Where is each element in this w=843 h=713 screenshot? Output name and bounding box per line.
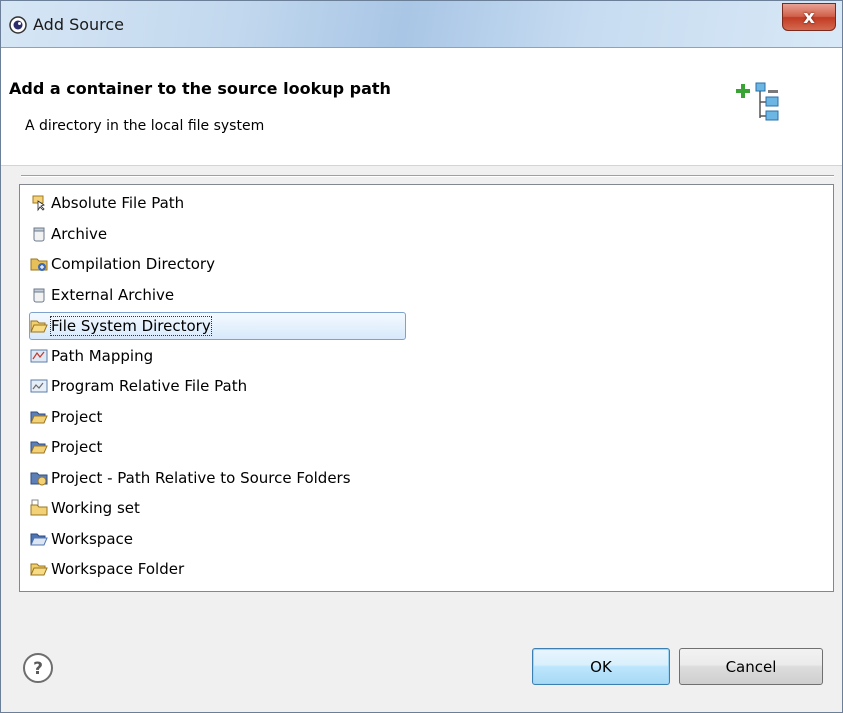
- list-item-label: Program Relative File Path: [51, 377, 248, 395]
- list-item-label: File System Directory: [50, 316, 212, 336]
- list-item-label: Workspace Folder: [51, 560, 185, 578]
- archive-jar-icon: [30, 286, 48, 304]
- page-description: A directory in the local file system: [25, 118, 265, 134]
- list-item-label: Workspace: [51, 529, 133, 548]
- eclipse-app-icon: [9, 16, 27, 34]
- absolute-path-icon: [30, 194, 48, 212]
- page-title: Add a container to the source lookup pat…: [9, 79, 391, 98]
- list-item[interactable]: Workspace: [30, 527, 133, 551]
- open-folder-icon: [30, 317, 48, 335]
- program-relative-icon: [30, 377, 48, 395]
- working-set-icon: [30, 499, 48, 517]
- list-item[interactable]: Compilation Directory: [30, 252, 215, 276]
- compilation-folder-icon: [30, 255, 48, 273]
- open-folder-icon: [30, 560, 48, 578]
- list-item[interactable]: Path Mapping: [30, 344, 153, 368]
- list-item[interactable]: Project - Path Relative to Source Folder…: [30, 466, 351, 490]
- list-item-label: Compilation Directory: [51, 255, 215, 273]
- source-type-list[interactable]: Absolute File Path Archive Compilation Dir…: [19, 184, 834, 592]
- list-item[interactable]: File System Directory: [29, 312, 406, 340]
- list-item[interactable]: Project: [30, 435, 102, 459]
- list-item[interactable]: Working set: [30, 496, 140, 520]
- list-item-label: Project: [51, 438, 103, 456]
- path-mapping-icon: [30, 347, 48, 365]
- list-item-label: Absolute File Path: [51, 194, 185, 212]
- list-item-label: External Archive: [51, 285, 175, 304]
- svg-text:?: ?: [33, 659, 43, 679]
- help-icon[interactable]: ?: [22, 652, 54, 684]
- title-bar[interactable]: Add Source x: [1, 1, 842, 48]
- divider: [21, 175, 834, 177]
- add-source-dialog: Add Source x Add a container to the sour…: [0, 0, 843, 713]
- list-item[interactable]: Program Relative File Path: [30, 374, 247, 398]
- project-folder-icon: [30, 408, 48, 426]
- list-item[interactable]: External Archive: [30, 283, 174, 307]
- list-item[interactable]: Absolute File Path: [30, 191, 184, 215]
- list-item[interactable]: Project: [30, 405, 102, 429]
- close-icon: x: [803, 6, 815, 28]
- window-title: Add Source: [33, 15, 125, 34]
- cancel-button[interactable]: Cancel: [679, 648, 823, 685]
- list-item[interactable]: Archive: [30, 222, 107, 246]
- list-item-label: Project - Path Relative to Source Folder…: [51, 468, 351, 487]
- list-item-label: Working set: [51, 499, 140, 517]
- archive-jar-icon: [30, 225, 48, 243]
- dialog-header: Add a container to the source lookup pat…: [1, 48, 842, 166]
- add-container-icon: [736, 82, 779, 121]
- workspace-folder-icon: [30, 530, 48, 548]
- list-item[interactable]: Workspace Folder: [30, 557, 184, 581]
- project-folder-icon: [30, 438, 48, 456]
- project-relative-folder-icon: [30, 469, 48, 487]
- list-item-label: Archive: [51, 224, 108, 243]
- close-button[interactable]: x: [782, 3, 836, 31]
- list-item-label: Project: [51, 407, 103, 426]
- ok-button[interactable]: OK: [532, 648, 670, 685]
- list-item-label: Path Mapping: [51, 346, 154, 365]
